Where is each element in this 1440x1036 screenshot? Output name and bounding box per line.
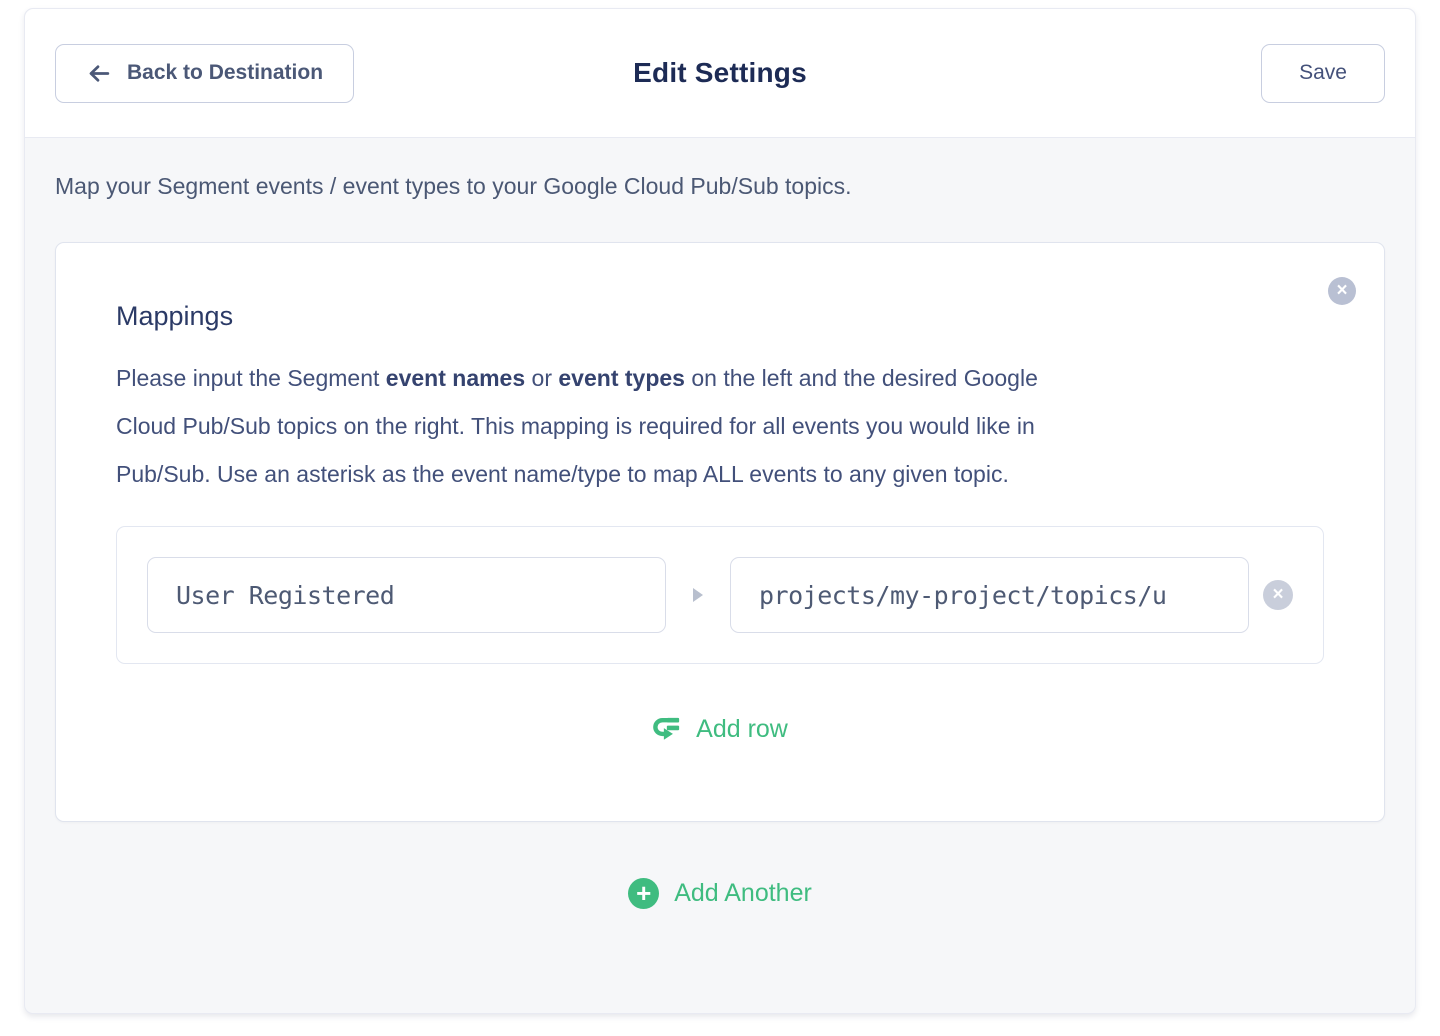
- back-button-label: Back to Destination: [127, 61, 323, 85]
- description-line: Pub/Sub. Use an asterisk as the event na…: [116, 450, 1324, 498]
- mappings-title: Mappings: [116, 301, 1324, 332]
- description-line: Cloud Pub/Sub topics on the right. This …: [116, 402, 1324, 450]
- save-button[interactable]: Save: [1261, 44, 1385, 103]
- plus-glyph: +: [636, 880, 651, 906]
- intro-text: Map your Segment events / event types to…: [55, 170, 1385, 202]
- add-another-button[interactable]: + Add Another: [55, 878, 1385, 909]
- mappings-description: Please input the Segment event names or …: [116, 354, 1324, 498]
- event-name-input[interactable]: [147, 557, 666, 633]
- close-mappings-button[interactable]: ×: [1328, 277, 1356, 305]
- remove-row-button[interactable]: ×: [1263, 580, 1293, 610]
- description-text: Please input the Segment: [116, 365, 386, 391]
- remove-row-icon: ×: [1272, 581, 1283, 609]
- description-bold: event names: [386, 365, 525, 391]
- add-row-button[interactable]: Add row: [116, 714, 1324, 745]
- close-icon: ×: [1336, 277, 1347, 305]
- edit-settings-panel: Back to Destination Edit Settings Save M…: [24, 8, 1416, 1014]
- description-text: on the left and the desired Google: [685, 365, 1038, 391]
- description-line: Please input the Segment event names or …: [116, 354, 1324, 402]
- page-title: Edit Settings: [633, 57, 807, 89]
- add-another-label: Add Another: [674, 879, 812, 908]
- add-row-icon: [652, 714, 683, 745]
- add-row-label: Add row: [696, 715, 788, 744]
- panel-body: Map your Segment events / event types to…: [25, 138, 1415, 1013]
- description-bold: event types: [558, 365, 685, 391]
- topic-input[interactable]: [730, 557, 1249, 633]
- mappings-card: × Mappings Please input the Segment even…: [55, 242, 1385, 822]
- back-to-destination-button[interactable]: Back to Destination: [55, 44, 354, 103]
- mapping-arrow-wrap: [666, 588, 730, 602]
- mapping-row: ×: [116, 526, 1324, 664]
- map-arrow-icon: [693, 588, 703, 602]
- panel-header: Back to Destination Edit Settings Save: [25, 9, 1415, 138]
- arrow-left-icon: [86, 61, 111, 86]
- description-text: or: [525, 365, 558, 391]
- plus-circle-icon: +: [628, 878, 659, 909]
